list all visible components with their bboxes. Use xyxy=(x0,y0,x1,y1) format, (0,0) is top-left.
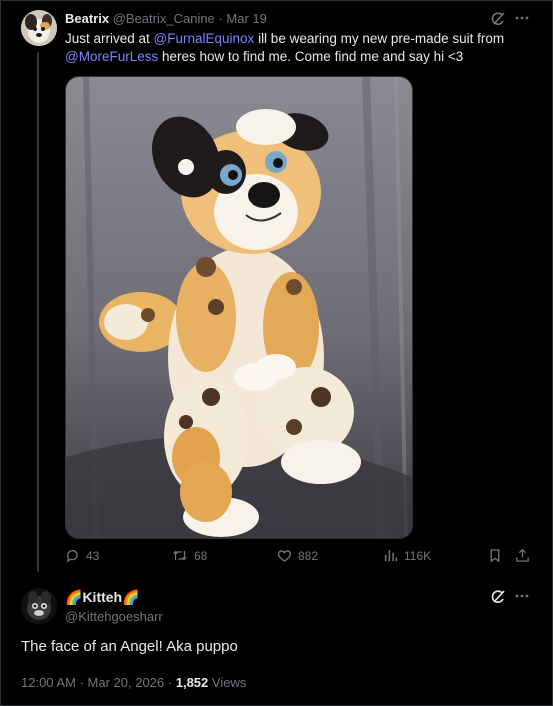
like-button[interactable]: 882 xyxy=(277,548,318,563)
heart-icon xyxy=(277,550,292,562)
grok-icon[interactable] xyxy=(488,587,508,607)
more-icon[interactable] xyxy=(512,586,532,606)
share-icon xyxy=(516,548,529,562)
mention-link[interactable]: @MoreFurLess xyxy=(65,49,158,64)
bookmark-button[interactable] xyxy=(488,548,502,563)
reply-views-label: Views xyxy=(211,675,247,690)
views-icon xyxy=(384,549,398,562)
like-count: 882 xyxy=(298,548,319,563)
bookmark-icon xyxy=(490,549,500,563)
reply-meta: 12:00 AM · Mar 20, 2026 · 1,852 Views xyxy=(21,675,246,690)
reply-text: The face of an Angel! Aka puppo xyxy=(21,638,238,655)
tweet-text-part: heres how to find me. Come find me and s… xyxy=(158,49,464,64)
reply-author-avatar[interactable] xyxy=(21,588,57,624)
tweet-header: Beatrix @Beatrix_Canine · Mar 19 xyxy=(65,11,267,26)
rainbow-emoji: 🌈 xyxy=(122,589,140,605)
reply-button[interactable]: 43 xyxy=(65,548,99,563)
author-avatar[interactable] xyxy=(21,10,57,46)
views-count: 116K xyxy=(404,548,432,563)
tweet-text: Just arrived at @FurnalEquinox ill be we… xyxy=(65,30,535,66)
mention-link[interactable]: @FurnalEquinox xyxy=(154,31,255,46)
reply-date[interactable]: Mar 20, 2026 xyxy=(88,675,165,690)
thread-line xyxy=(37,52,39,572)
tweet-photo[interactable] xyxy=(65,76,413,539)
reply-time[interactable]: 12:00 AM xyxy=(21,675,76,690)
reply-icon xyxy=(66,549,78,563)
meta-separator: · xyxy=(79,675,84,690)
tweet-date[interactable]: Mar 19 xyxy=(226,11,266,26)
tweet-text-part: Just arrived at xyxy=(65,31,154,46)
author-handle[interactable]: @Beatrix_Canine xyxy=(113,11,215,26)
retweet-count: 68 xyxy=(194,548,208,563)
views-button[interactable]: 116K xyxy=(383,548,431,563)
meta-separator: · xyxy=(167,675,173,690)
more-icon[interactable] xyxy=(512,8,532,28)
rainbow-emoji: 🌈 xyxy=(65,589,83,605)
header-separator: · xyxy=(218,11,223,26)
author-name[interactable]: Beatrix xyxy=(65,11,109,26)
reply-count: 43 xyxy=(86,548,100,563)
share-button[interactable] xyxy=(515,548,530,563)
tweet-action-bar: 43 68 882 116K xyxy=(65,548,540,568)
grok-icon[interactable] xyxy=(488,9,508,29)
retweet-icon xyxy=(173,550,187,561)
reply-author-name[interactable]: 🌈Kitteh🌈 xyxy=(65,589,140,606)
tweet-text-part: ill be wearing my new pre-made suit from xyxy=(254,31,505,46)
reply-name-text: Kitteh xyxy=(82,589,123,605)
reply-views-count: 1,852 xyxy=(175,675,209,690)
retweet-button[interactable]: 68 xyxy=(172,548,207,563)
reply-author-handle[interactable]: @Kittehgoesharr xyxy=(65,609,163,624)
